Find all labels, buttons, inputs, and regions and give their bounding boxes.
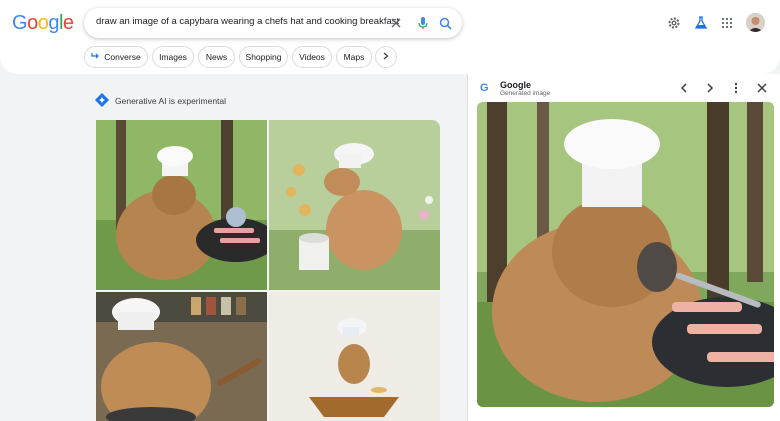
top-bar: Google draw an image of a capybara weari… <box>0 0 780 74</box>
ai-notice: Generative AI is experimental <box>95 93 226 109</box>
avatar[interactable] <box>746 13 765 32</box>
chip-videos[interactable]: Videos <box>292 46 332 68</box>
close-icon[interactable] <box>752 78 772 98</box>
search-icon[interactable] <box>435 13 455 33</box>
mic-icon[interactable] <box>413 13 433 33</box>
chevron-left-icon[interactable] <box>674 78 694 98</box>
chip-label: Converse <box>104 52 141 62</box>
image-preview-panel: G Google Generated image <box>467 74 780 421</box>
generated-image-1[interactable] <box>96 120 267 290</box>
logo-letter: G <box>12 12 28 34</box>
generated-image-2[interactable] <box>269 120 440 290</box>
chip-label: Images <box>159 52 187 62</box>
more-vert-icon[interactable] <box>726 78 746 98</box>
converse-arrow-icon <box>91 52 100 62</box>
settings-icon[interactable] <box>664 13 684 33</box>
chips-next-button[interactable] <box>375 46 397 68</box>
chip-shopping[interactable]: Shopping <box>239 46 288 68</box>
logo-letter: e <box>62 12 74 34</box>
chip-maps[interactable]: Maps <box>336 46 372 68</box>
preview-image[interactable] <box>477 102 774 407</box>
chip-images[interactable]: Images <box>152 46 194 68</box>
logo-letter: o <box>37 12 49 34</box>
panel-header: G Google Generated image <box>468 74 780 102</box>
chip-label: Shopping <box>245 52 282 62</box>
ai-notice-text: Generative AI is experimental <box>115 96 227 106</box>
logo-letter: g <box>48 12 59 34</box>
chip-label: Maps <box>343 52 365 62</box>
chip-news[interactable]: News <box>198 46 235 68</box>
apps-grid-icon[interactable] <box>717 13 737 33</box>
close-icon[interactable] <box>386 13 406 33</box>
chip-label: Videos <box>299 52 325 62</box>
labs-icon[interactable] <box>691 13 711 33</box>
generated-image-4[interactable] <box>269 292 440 421</box>
generated-image-3[interactable] <box>96 292 267 421</box>
search-box[interactable]: draw an image of a capybara wearing a ch… <box>84 8 462 38</box>
chip-label: News <box>205 52 228 62</box>
search-input[interactable]: draw an image of a capybara wearing a ch… <box>96 16 399 27</box>
chip-converse[interactable]: Converse <box>84 46 148 68</box>
logo-letter: o <box>27 12 38 34</box>
chevron-right-icon <box>383 52 389 62</box>
gemini-diamond-icon <box>95 93 109 109</box>
chevron-right-icon[interactable] <box>700 78 720 98</box>
google-logo[interactable]: Google <box>12 12 74 35</box>
google-g-icon: G <box>480 82 489 94</box>
panel-subtitle: Generated image <box>500 90 551 97</box>
panel-title: Google <box>500 80 531 90</box>
